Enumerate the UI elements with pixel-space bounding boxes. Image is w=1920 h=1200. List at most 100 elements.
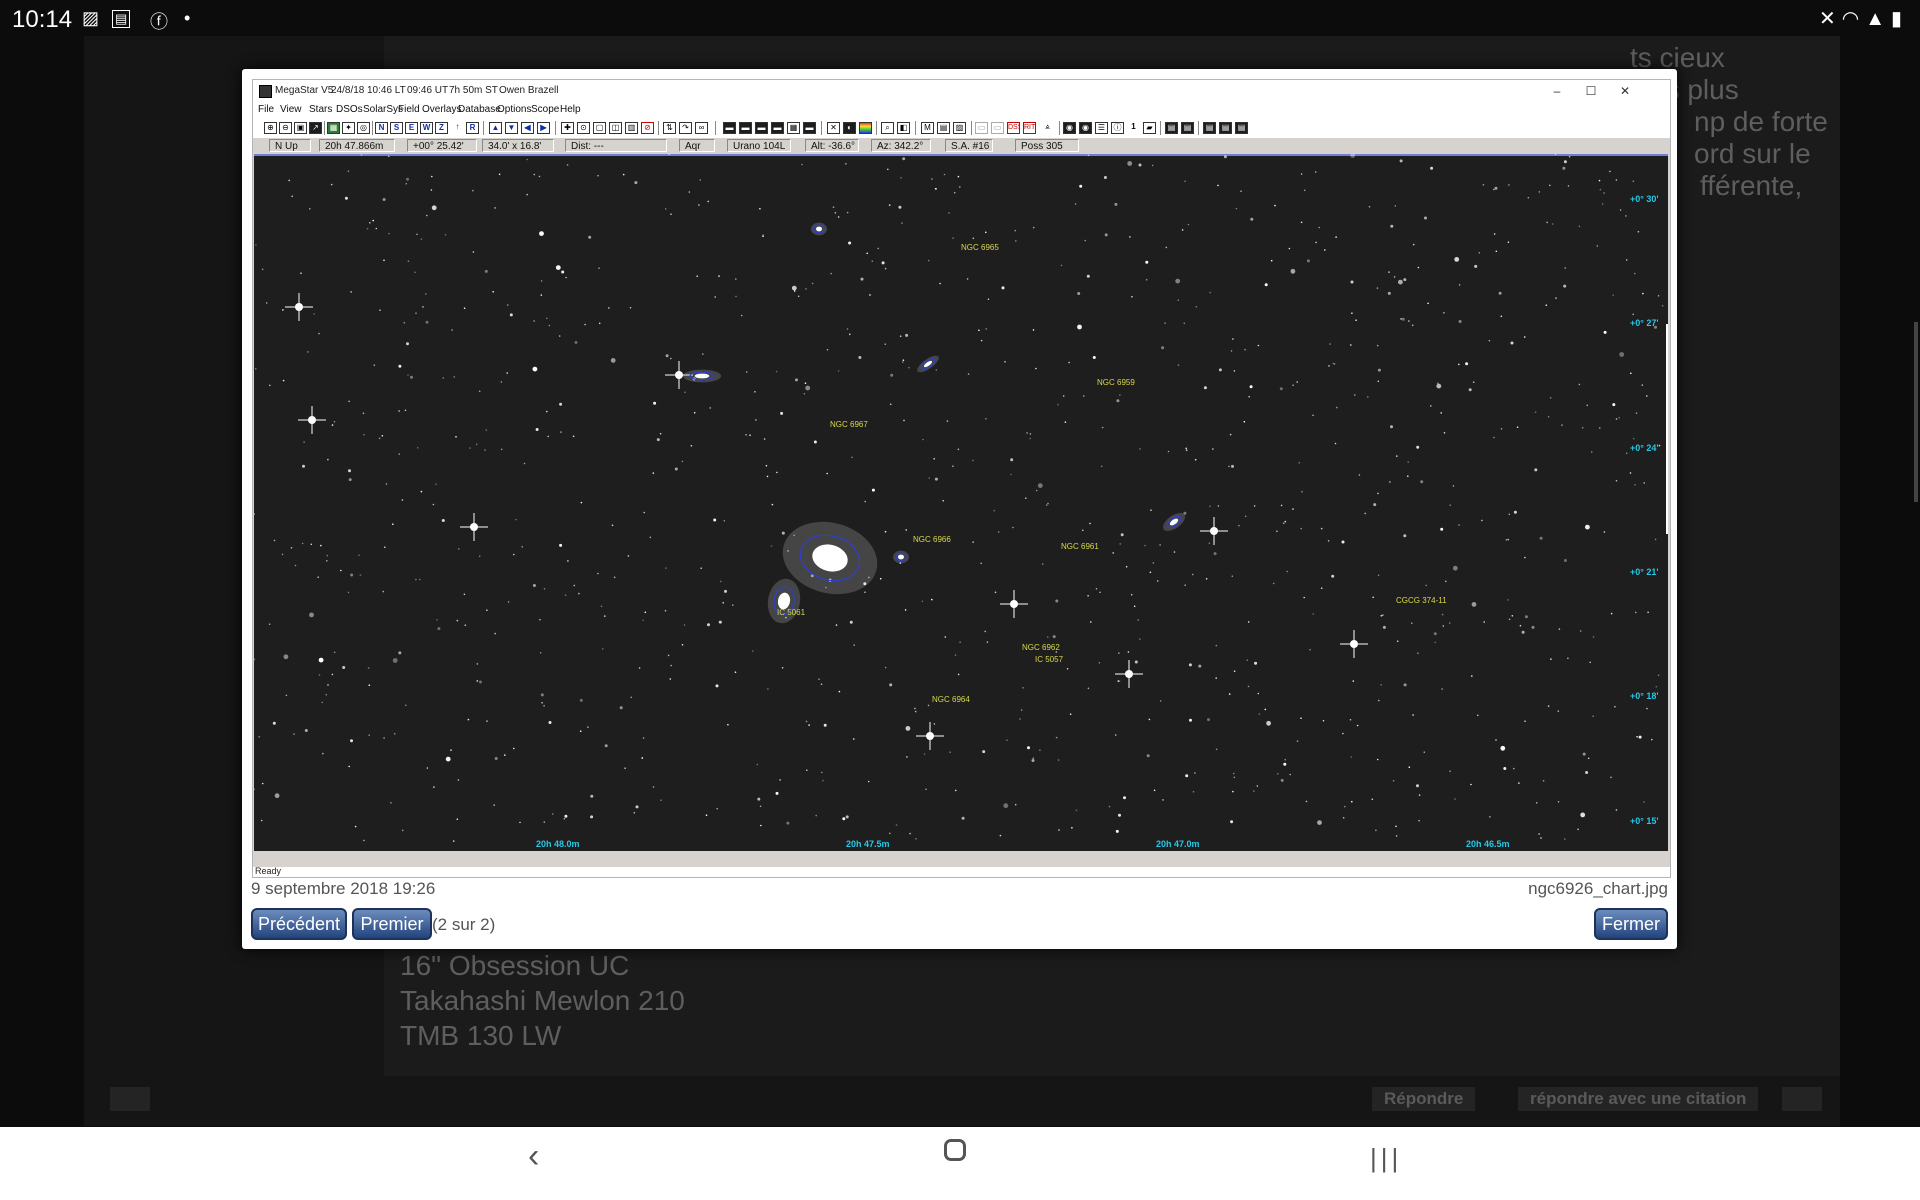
crosshair-icon[interactable]: ✕ bbox=[827, 122, 840, 134]
zoom-out-icon[interactable]: ⊖ bbox=[279, 122, 292, 134]
number-one-icon[interactable]: 1 bbox=[1127, 122, 1140, 134]
label-ic-5061[interactable]: IC 5061 bbox=[777, 608, 806, 617]
menu-field[interactable]: Field bbox=[398, 104, 420, 115]
disabled-tool-2-icon[interactable]: ▭ bbox=[991, 122, 1004, 134]
menu-options[interactable]: Options bbox=[497, 104, 531, 115]
layout-4-icon[interactable]: ▬ bbox=[771, 122, 784, 134]
invert-icon[interactable]: ◐ bbox=[843, 122, 856, 134]
menu-database[interactable]: Database bbox=[458, 104, 501, 115]
west-button[interactable]: W bbox=[420, 122, 433, 134]
pan-left-icon[interactable]: ◀ bbox=[521, 122, 534, 134]
close-window-button[interactable]: ✕ bbox=[1608, 80, 1642, 102]
reply-button[interactable]: Répondre bbox=[1372, 1087, 1476, 1111]
close-lightbox-button[interactable]: Fermer bbox=[1594, 908, 1668, 940]
frame-icon[interactable]: ▢ bbox=[593, 122, 606, 134]
panel-1-icon[interactable]: ▤ bbox=[1165, 122, 1178, 134]
label-ngc-6966[interactable]: NGC 6966 bbox=[913, 535, 951, 544]
star bbox=[426, 767, 429, 769]
menu-scope[interactable]: Scope bbox=[531, 104, 559, 115]
star bbox=[709, 407, 711, 409]
print-icon[interactable]: ▣ bbox=[294, 122, 307, 134]
north-button[interactable]: N bbox=[375, 122, 388, 134]
dso-filter-icon[interactable]: ◎ bbox=[357, 122, 370, 134]
histogram-icon[interactable]: ▨ bbox=[953, 122, 966, 134]
telescope-icon[interactable]: ⩓ bbox=[1041, 122, 1054, 134]
label-ngc-6962[interactable]: NGC 6962 bbox=[1022, 643, 1060, 652]
binoculars-icon[interactable]: ∞ bbox=[695, 122, 708, 134]
pan-down-icon[interactable]: ▼ bbox=[505, 122, 518, 134]
layout-1-icon[interactable]: ▬ bbox=[723, 122, 736, 134]
rit-icon[interactable]: RIT bbox=[1023, 122, 1036, 134]
menu-overlays[interactable]: Overlays bbox=[422, 104, 461, 115]
eyepiece-icon[interactable]: ◫ bbox=[609, 122, 622, 134]
page-scrollbar[interactable] bbox=[1914, 322, 1918, 502]
menu-file[interactable]: File bbox=[258, 104, 274, 115]
panel-5-icon[interactable]: ▤ bbox=[1235, 122, 1248, 134]
rotate-icon[interactable]: ↷ bbox=[679, 122, 692, 134]
east-button[interactable]: E bbox=[405, 122, 418, 134]
view-2-icon[interactable]: ◉ bbox=[1079, 122, 1092, 134]
maximize-button[interactable]: ☐ bbox=[1574, 80, 1608, 102]
chart-icon[interactable]: ▦ bbox=[327, 122, 340, 134]
export-icon[interactable]: ↗ bbox=[309, 122, 322, 134]
star bbox=[1069, 713, 1072, 715]
dss-icon[interactable]: DSS bbox=[1007, 122, 1020, 134]
layout-3-icon[interactable]: ▬ bbox=[755, 122, 768, 134]
view-1-icon[interactable]: ◉ bbox=[1063, 122, 1076, 134]
label-ngc-6959[interactable]: NGC 6959 bbox=[1097, 378, 1135, 387]
zoom-in-icon[interactable]: ⊕ bbox=[264, 122, 277, 134]
back-icon[interactable]: ‹ bbox=[528, 1137, 539, 1176]
grid-icon[interactable]: ▦ bbox=[787, 122, 800, 134]
pan-right-icon[interactable]: ▶ bbox=[537, 122, 550, 134]
label-cgcg-374-11[interactable]: CGCG 374-11 bbox=[1396, 596, 1447, 605]
panel-3-icon[interactable]: ▤ bbox=[1203, 122, 1216, 134]
disabled-tool-1-icon[interactable]: ▭ bbox=[975, 122, 988, 134]
menu-stars[interactable]: Stars bbox=[309, 104, 332, 115]
sort-icon[interactable]: ⇅ bbox=[663, 122, 676, 134]
home-icon[interactable] bbox=[944, 1139, 966, 1161]
label-ngc-6965[interactable]: NGC 6965 bbox=[961, 243, 999, 252]
star bbox=[826, 348, 829, 351]
forum-small-button[interactable] bbox=[110, 1087, 150, 1111]
recent-apps-icon[interactable]: ||| bbox=[1370, 1143, 1402, 1174]
mark-icon[interactable]: M bbox=[921, 122, 934, 134]
stars-filter-icon[interactable]: ✦ bbox=[342, 122, 355, 134]
layout-2-icon[interactable]: ▬ bbox=[739, 122, 752, 134]
layout-5-icon[interactable]: ▬ bbox=[803, 122, 816, 134]
label-ngc-6967[interactable]: NGC 6967 bbox=[830, 420, 868, 429]
forum-more-button[interactable] bbox=[1782, 1087, 1822, 1111]
star bbox=[1116, 399, 1120, 403]
measure-icon[interactable]: ▤ bbox=[937, 122, 950, 134]
color-palette-icon[interactable] bbox=[859, 122, 872, 134]
label-ngc-6961[interactable]: NGC 6961 bbox=[1061, 542, 1099, 551]
catalog-icon[interactable]: ◧ bbox=[897, 122, 910, 134]
menu-dsos[interactable]: DSOs bbox=[336, 104, 363, 115]
label-ngc-6964[interactable]: NGC 6964 bbox=[932, 695, 970, 704]
panel-2-icon[interactable]: ▤ bbox=[1181, 122, 1194, 134]
reverse-button[interactable]: R bbox=[466, 122, 479, 134]
star bbox=[463, 307, 466, 309]
zenith-button[interactable]: Z bbox=[435, 122, 448, 134]
minimize-button[interactable]: – bbox=[1540, 80, 1574, 102]
search-icon[interactable]: ⌕ bbox=[881, 122, 894, 134]
label-ic-5057[interactable]: IC 5057 bbox=[1035, 655, 1064, 664]
folder-icon[interactable]: ▰ bbox=[1143, 122, 1156, 134]
first-button[interactable]: Premier bbox=[352, 908, 432, 940]
sky-chart[interactable]: NGC 6965 NGC 6959 NGC 6967 NGC 6966 NGC … bbox=[254, 154, 1668, 851]
menu-help[interactable]: Help bbox=[560, 104, 581, 115]
target-icon[interactable]: ⊙ bbox=[577, 122, 590, 134]
menu-solarsys[interactable]: SolarSys bbox=[363, 104, 403, 115]
south-button[interactable]: S bbox=[390, 122, 403, 134]
arrow-up-icon[interactable]: ↑ bbox=[451, 122, 464, 134]
pan-up-icon[interactable]: ▲ bbox=[489, 122, 502, 134]
star bbox=[414, 271, 416, 274]
camera-icon[interactable]: ▥ bbox=[625, 122, 638, 134]
list-icon[interactable]: ☰ bbox=[1095, 122, 1108, 134]
stop-icon[interactable]: ⊘ bbox=[641, 122, 654, 134]
previous-button[interactable]: Précédent bbox=[251, 908, 347, 940]
center-icon[interactable]: ✚ bbox=[561, 122, 574, 134]
panel-4-icon[interactable]: ▤ bbox=[1219, 122, 1232, 134]
info-icon[interactable]: ⓘ bbox=[1111, 122, 1124, 134]
menu-view[interactable]: View bbox=[280, 104, 302, 115]
quote-reply-button[interactable]: répondre avec une citation bbox=[1518, 1087, 1759, 1111]
